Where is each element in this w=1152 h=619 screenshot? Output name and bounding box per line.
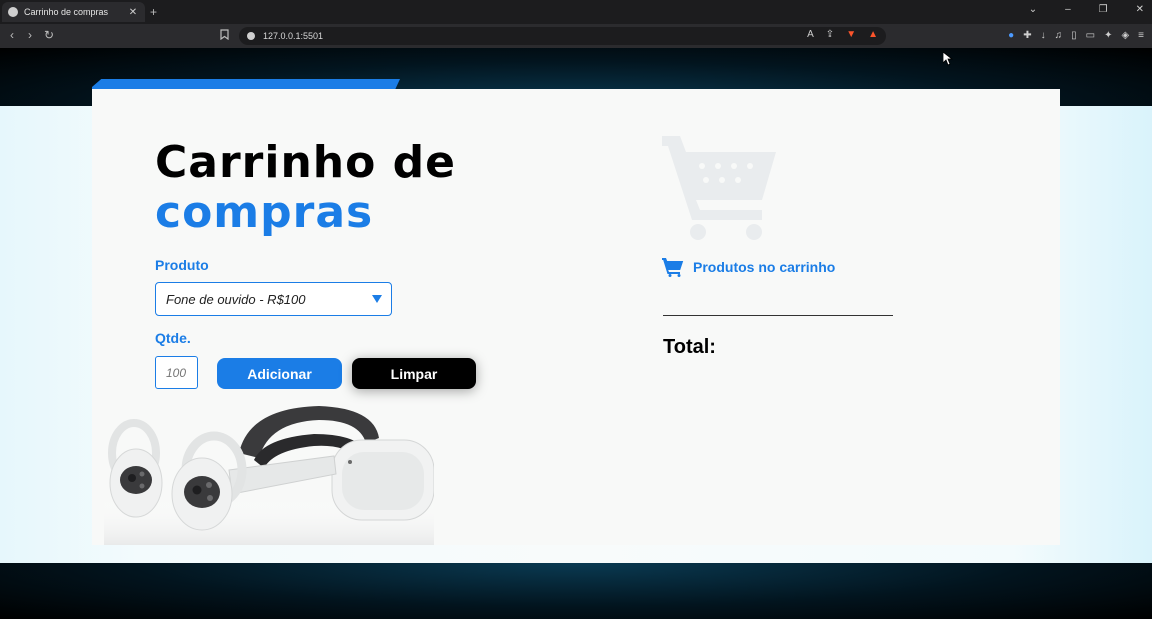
cart-divider [663,315,893,316]
add-button[interactable]: Adicionar [217,358,342,389]
dropdown-arrow-icon [372,295,382,303]
product-label: Produto [155,257,209,273]
clear-button[interactable]: Limpar [352,358,476,389]
browser-tab-bar: Carrinho de compras ✕ + ⌄ – ❐ ✕ [0,0,1152,24]
brave-rewards-icon[interactable]: ▲ [868,29,878,40]
page-title-line1: Carrinho de [155,137,456,188]
reload-button[interactable]: ↻ [44,28,54,42]
leo-ai-icon[interactable]: ✦ [1104,30,1112,41]
product-select-value: Fone de ouvido - R$100 [166,291,306,307]
download-icon[interactable]: ↓ [1041,30,1046,41]
address-bar-actions: A ⇪ ▼ ▲ [807,29,878,40]
window-controls: ⌄ – ❐ ✕ [1029,4,1144,15]
page-title-line2: compras [155,187,374,238]
background-glow-bottom [0,563,1152,619]
quantity-label: Qtde. [155,330,191,346]
vr-headset-image [104,406,434,545]
shopping-cart-icon [662,258,684,277]
url-text: 127.0.0.1:5501 [263,31,324,41]
browser-tab[interactable]: Carrinho de compras ✕ [2,2,145,22]
close-tab-icon[interactable]: ✕ [127,7,139,18]
forward-button[interactable]: › [28,28,32,42]
extensions-puzzle-icon[interactable]: ✚ [1023,30,1031,41]
cart-watermark-icon [662,136,776,240]
sidebar-icon[interactable]: ▯ [1071,30,1077,41]
mouse-cursor-icon [943,52,953,66]
cart-heading: Produtos no carrinho [693,259,836,275]
translate-icon[interactable]: A [807,29,814,40]
total-label: Total: [663,336,716,358]
vpn-icon[interactable]: ◈ [1121,30,1129,41]
new-tab-button[interactable]: + [150,5,157,19]
page-viewport: Carrinho de compras Produto Fone de ouvi… [0,48,1152,619]
brave-shields-icon[interactable]: ▼ [846,29,856,40]
back-button[interactable]: ‹ [10,28,14,42]
extensions-area: ● ✚ ↓ ♫ ▯ ▭ ✦ ◈ ≡ [1008,30,1144,41]
product-select[interactable]: Fone de ouvido - R$100 [155,282,392,316]
restore-button[interactable]: ❐ [1099,4,1108,15]
close-window-button[interactable]: ✕ [1136,4,1144,15]
bookmark-icon[interactable] [220,29,229,43]
address-bar[interactable]: 127.0.0.1:5501 A ⇪ ▼ ▲ [239,27,886,45]
extension-icon[interactable]: ● [1008,30,1014,41]
minimize-button[interactable]: – [1065,4,1071,15]
tab-title: Carrinho de compras [24,7,109,17]
quantity-input[interactable] [155,356,198,389]
browser-toolbar: ‹ › ↻ 127.0.0.1:5501 A ⇪ ▼ ▲ ● ✚ ↓ ♫ ▯ ▭… [0,24,1152,48]
wallet-icon[interactable]: ▭ [1086,30,1095,41]
globe-icon [8,7,18,17]
menu-icon[interactable]: ≡ [1138,30,1144,41]
share-icon[interactable]: ⇪ [826,29,834,40]
tab-list-icon[interactable]: ⌄ [1029,4,1037,15]
media-icon[interactable]: ♫ [1055,30,1063,41]
site-info-icon[interactable] [247,32,255,40]
